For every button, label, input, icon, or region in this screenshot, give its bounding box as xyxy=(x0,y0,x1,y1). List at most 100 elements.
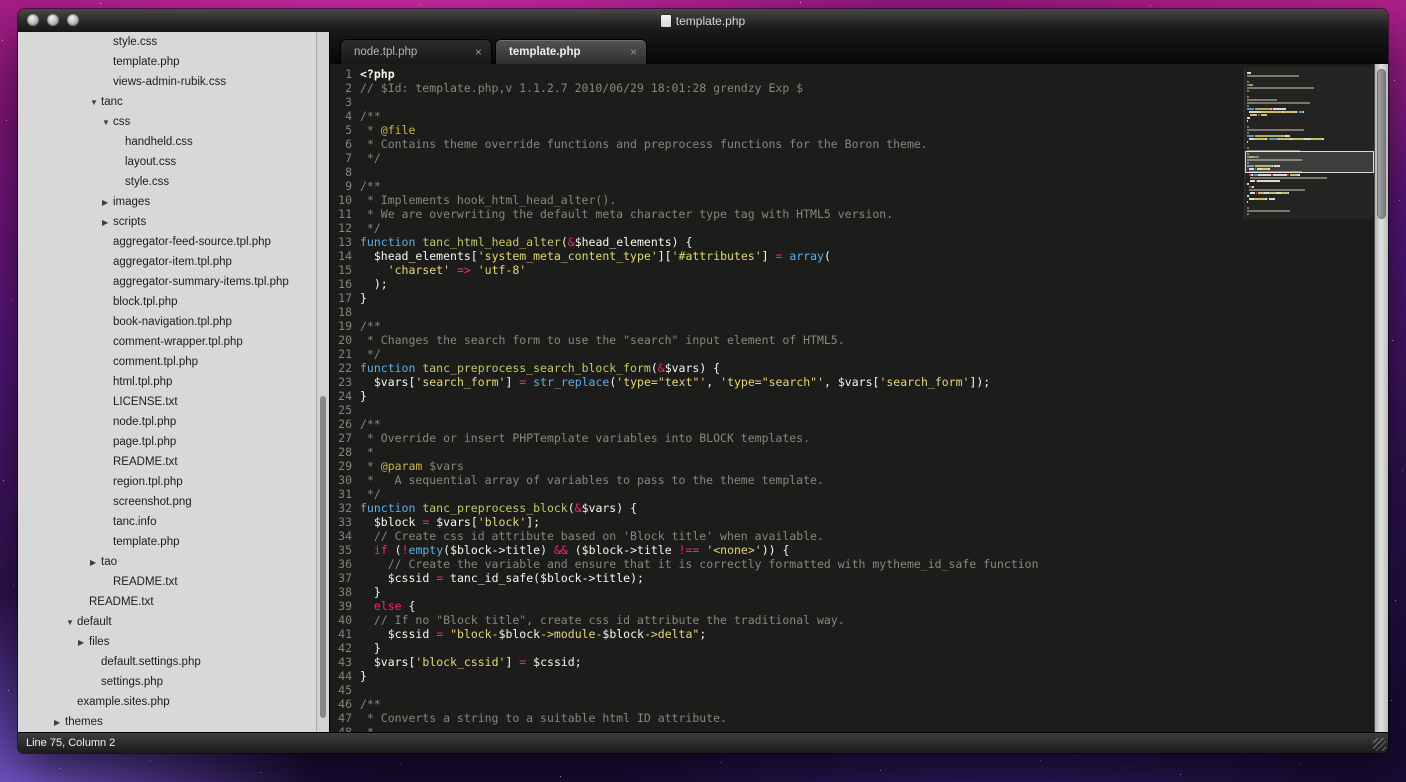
tree-item-label: block.tpl.php xyxy=(113,296,178,308)
tree-file-README.txt[interactable]: README.txt xyxy=(18,452,316,472)
window-titlebar[interactable]: template.php xyxy=(18,9,1388,32)
tree-file-style.css[interactable]: style.css xyxy=(18,32,316,52)
tree-folder-tao[interactable]: ▶tao xyxy=(18,552,316,572)
tree-folder-themes[interactable]: ▶themes xyxy=(18,712,316,732)
tree-item-label: comment.tpl.php xyxy=(113,356,198,368)
editor-column: node.tpl.php×template.php× 1<?php2// $Id… xyxy=(329,32,1388,732)
tree-folder-scripts[interactable]: ▶scripts xyxy=(18,212,316,232)
line-number: 36 xyxy=(330,557,360,571)
tab-node.tpl.php[interactable]: node.tpl.php× xyxy=(340,39,492,64)
disclosure-triangle-icon[interactable]: ▼ xyxy=(66,617,77,628)
tree-folder-files[interactable]: ▶files xyxy=(18,632,316,652)
line-number: 17 xyxy=(330,291,360,305)
code-line-content: } xyxy=(360,291,367,305)
line-number: 48 xyxy=(330,725,360,732)
tab-close-icon[interactable]: × xyxy=(630,45,637,59)
disclosure-triangle-icon[interactable]: ▼ xyxy=(102,117,113,128)
tree-folder-css[interactable]: ▼css xyxy=(18,112,316,132)
code-line-content: * xyxy=(360,445,374,459)
disclosure-triangle-icon[interactable]: ▶ xyxy=(102,217,113,228)
code-line-content: 'charset' => 'utf-8' xyxy=(360,263,526,277)
disclosure-triangle-icon[interactable]: ▶ xyxy=(54,717,65,728)
tree-file-settings.php[interactable]: settings.php xyxy=(18,672,316,692)
stars-decoration xyxy=(0,0,1,1)
line-number: 31 xyxy=(330,487,360,501)
tree-file-default.settings.php[interactable]: default.settings.php xyxy=(18,652,316,672)
tree-item-label: screenshot.png xyxy=(113,496,192,508)
code-line: 17} xyxy=(330,291,1374,305)
tree-item-label: scripts xyxy=(113,216,146,228)
code-line: 9/** xyxy=(330,179,1374,193)
tree-file-book-navigation.tpl.php[interactable]: book-navigation.tpl.php xyxy=(18,312,316,332)
tree-item-label: files xyxy=(89,636,109,648)
sidebar-scrollbar[interactable] xyxy=(316,32,329,732)
tree-file-aggregator-summary-items.tpl.php[interactable]: aggregator-summary-items.tpl.php xyxy=(18,272,316,292)
tree-item-label: tao xyxy=(101,556,117,568)
code-line: 18 xyxy=(330,305,1374,319)
tree-file-aggregator-item.tpl.php[interactable]: aggregator-item.tpl.php xyxy=(18,252,316,272)
tree-file-template.php[interactable]: template.php xyxy=(18,532,316,552)
tree-file-README.txt[interactable]: README.txt xyxy=(18,572,316,592)
status-bar: Line 75, Column 2 xyxy=(18,732,1388,753)
tree-file-comment.tpl.php[interactable]: comment.tpl.php xyxy=(18,352,316,372)
editor-scrollbar[interactable] xyxy=(1374,64,1388,732)
tree-file-comment-wrapper.tpl.php[interactable]: comment-wrapper.tpl.php xyxy=(18,332,316,352)
disclosure-triangle-icon[interactable]: ▶ xyxy=(78,637,89,648)
tree-file-html.tpl.php[interactable]: html.tpl.php xyxy=(18,372,316,392)
tree-file-aggregator-feed-source.tpl.php[interactable]: aggregator-feed-source.tpl.php xyxy=(18,232,316,252)
tree-file-style.css[interactable]: style.css xyxy=(18,172,316,192)
tree-file-README.txt[interactable]: README.txt xyxy=(18,592,316,612)
tree-file-screenshot.png[interactable]: screenshot.png xyxy=(18,492,316,512)
line-number: 2 xyxy=(330,81,360,95)
disclosure-triangle-icon[interactable]: ▶ xyxy=(102,197,113,208)
tree-file-template.php[interactable]: template.php xyxy=(18,52,316,72)
line-number: 46 xyxy=(330,697,360,711)
tree-folder-default[interactable]: ▼default xyxy=(18,612,316,632)
tab-template.php[interactable]: template.php× xyxy=(495,39,647,64)
disclosure-triangle-icon[interactable]: ▼ xyxy=(90,97,101,108)
tree-file-page.tpl.php[interactable]: page.tpl.php xyxy=(18,432,316,452)
tree-file-example.sites.php[interactable]: example.sites.php xyxy=(18,692,316,712)
tree-item-label: images xyxy=(113,196,150,208)
tab-close-icon[interactable]: × xyxy=(475,45,482,59)
code-line-content: */ xyxy=(360,221,381,235)
tree-file-layout.css[interactable]: layout.css xyxy=(18,152,316,172)
code-area[interactable]: 1<?php2// $Id: template.php,v 1.1.2.7 20… xyxy=(330,64,1388,732)
code-line: 4/** xyxy=(330,109,1374,123)
tree-file-LICENSE.txt[interactable]: LICENSE.txt xyxy=(18,392,316,412)
code-line-content: } xyxy=(360,585,381,599)
document-proxy-icon[interactable] xyxy=(661,15,671,27)
disclosure-triangle-icon[interactable]: ▶ xyxy=(90,557,101,568)
sidebar-scrollbar-thumb[interactable] xyxy=(320,396,326,718)
code-line: 44} xyxy=(330,669,1374,683)
tree-file-tanc.info[interactable]: tanc.info xyxy=(18,512,316,532)
code-line: 6 * Contains theme override functions an… xyxy=(330,137,1374,151)
code-line-content: function tanc_html_head_alter(&$head_ele… xyxy=(360,235,692,249)
tab-strip: node.tpl.php×template.php× xyxy=(330,32,1388,64)
tree-file-views-admin-rubik.css[interactable]: views-admin-rubik.css xyxy=(18,72,316,92)
tree-item-label: LICENSE.txt xyxy=(113,396,178,408)
line-number: 10 xyxy=(330,193,360,207)
code-lines: 1<?php2// $Id: template.php,v 1.1.2.7 20… xyxy=(330,67,1374,732)
code-line: 28 * xyxy=(330,445,1374,459)
code-line-content: * Implements hook_html_head_alter(). xyxy=(360,193,616,207)
code-line: 23 $vars['search_form'] = str_replace('t… xyxy=(330,375,1374,389)
code-line: 29 * @param $vars xyxy=(330,459,1374,473)
tree-item-label: aggregator-feed-source.tpl.php xyxy=(113,236,271,248)
tree-folder-images[interactable]: ▶images xyxy=(18,192,316,212)
tree-file-handheld.css[interactable]: handheld.css xyxy=(18,132,316,152)
editor-scrollbar-thumb[interactable] xyxy=(1377,69,1386,219)
code-line: 32function tanc_preprocess_block(&$vars)… xyxy=(330,501,1374,515)
line-number: 39 xyxy=(330,599,360,613)
tree-folder-tanc[interactable]: ▼tanc xyxy=(18,92,316,112)
minimap[interactable] xyxy=(1244,67,1374,219)
resize-grip[interactable] xyxy=(1373,738,1386,751)
code-line-content: */ xyxy=(360,347,381,361)
file-tree[interactable]: style.csstemplate.phpviews-admin-rubik.c… xyxy=(18,32,316,732)
tree-file-region.tpl.php[interactable]: region.tpl.php xyxy=(18,472,316,492)
tree-file-node.tpl.php[interactable]: node.tpl.php xyxy=(18,412,316,432)
cursor-position-label: Line 75, Column 2 xyxy=(26,737,115,749)
code-line-content: // Create the variable and ensure that i… xyxy=(360,557,1039,571)
tree-file-block.tpl.php[interactable]: block.tpl.php xyxy=(18,292,316,312)
minimap-viewport-handle[interactable] xyxy=(1245,151,1374,173)
